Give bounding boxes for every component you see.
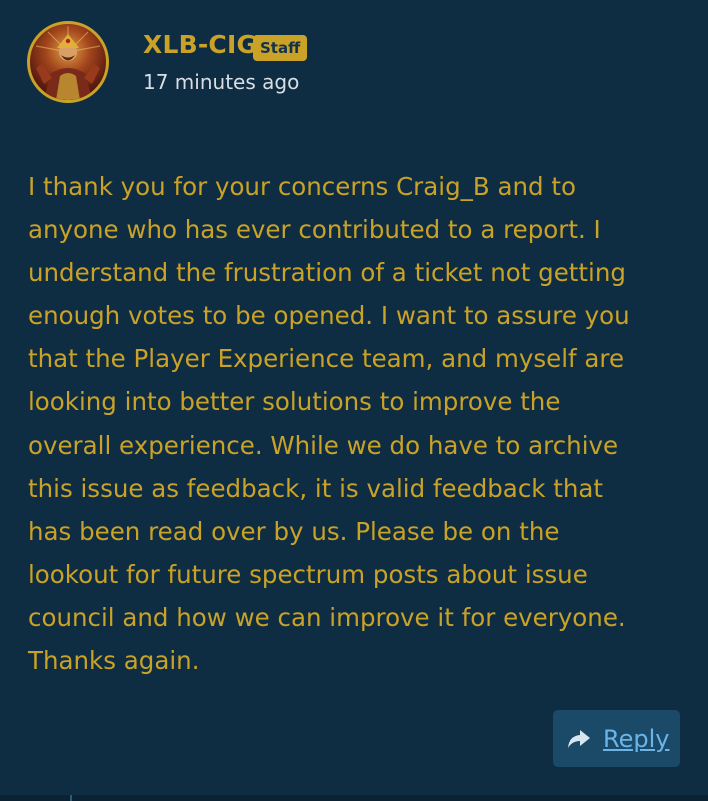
post-body-line: council and how we can improve it for ev… — [28, 602, 626, 632]
post-divider — [0, 795, 708, 801]
character-portrait-icon — [35, 26, 101, 100]
thread-line — [70, 795, 72, 801]
post-body-line: has been read over by us. Please be on t… — [28, 516, 560, 546]
post-body-line: overall experience. While we do have to … — [28, 430, 619, 460]
post-body-line: this issue as feedback, it is valid feed… — [28, 473, 604, 503]
author-name[interactable]: XLB-CIG — [143, 30, 257, 59]
post-timestamp[interactable]: 17 minutes ago — [143, 70, 299, 94]
reply-button[interactable]: Reply — [553, 710, 680, 767]
staff-badge: Staff — [253, 35, 308, 61]
post-body-line: enough votes to be opened. I want to ass… — [28, 301, 630, 331]
reply-label: Reply — [603, 724, 670, 753]
post-body: I thank you for your concerns Craig_B an… — [28, 165, 678, 682]
post-body-line: lookout for future spectrum posts about … — [28, 559, 588, 589]
post-body-line: Thanks again. — [28, 646, 200, 676]
user-avatar[interactable] — [27, 21, 109, 103]
post-body-line: that the Player Experience team, and mys… — [28, 344, 625, 374]
forum-post: XLB-CIG Staff 17 minutes ago I thank you… — [0, 0, 708, 801]
post-body-line: understand the frustration of a ticket n… — [28, 258, 626, 288]
post-body-line: I thank you for your concerns Craig_B an… — [28, 172, 576, 201]
post-body-line: looking into better solutions to improve… — [28, 387, 561, 417]
post-body-line: anyone who has ever contributed to a rep… — [28, 215, 601, 245]
reply-arrow-icon — [568, 729, 590, 748]
